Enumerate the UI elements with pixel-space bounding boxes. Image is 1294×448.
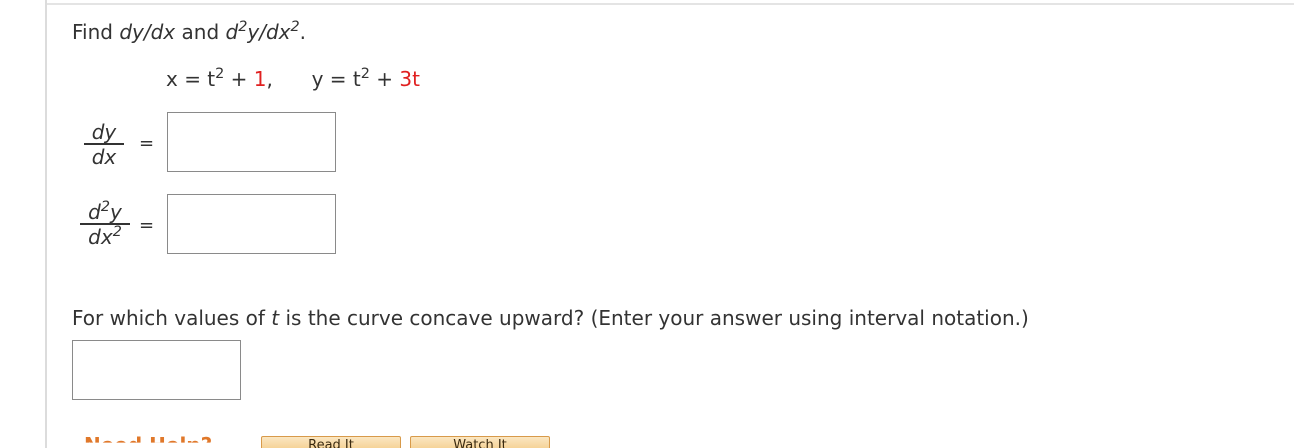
read-it-button[interactable]: Read It bbox=[261, 436, 401, 448]
prompt-d2-exp: 2 bbox=[238, 19, 248, 36]
need-help-label: Need Help? bbox=[84, 433, 213, 448]
dx2-dx: dx bbox=[88, 225, 113, 249]
x-plus: + bbox=[224, 67, 254, 91]
y-lhs: y = t bbox=[311, 67, 361, 91]
d2y-d: d bbox=[88, 200, 101, 224]
question-pre: For which values of bbox=[72, 306, 272, 330]
d2ydx2-fraction: d2y dx2 bbox=[80, 199, 130, 249]
question-variable: t bbox=[271, 306, 280, 330]
dydx-equals: = bbox=[139, 133, 155, 154]
x-lhs: x = t bbox=[166, 67, 216, 91]
x-comma: , bbox=[266, 67, 273, 91]
x-exp: 2 bbox=[215, 66, 225, 83]
d2y-exp: 2 bbox=[100, 199, 110, 216]
y-exp: 2 bbox=[360, 66, 370, 83]
d2ydx2-denominator: dx2 bbox=[88, 225, 122, 249]
prompt-dydx: dy/dx bbox=[119, 20, 176, 44]
question-post: is the curve concave upward? (Enter your… bbox=[279, 306, 1029, 330]
d2ydx2-numerator: d2y bbox=[88, 199, 122, 224]
prompt-and: and bbox=[181, 20, 220, 44]
prompt-dx2-exp: 2 bbox=[290, 19, 300, 36]
dydx-denominator: dx bbox=[91, 145, 117, 169]
left-divider bbox=[45, 0, 47, 448]
prompt-find: Find bbox=[72, 20, 113, 44]
top-divider bbox=[47, 3, 1294, 5]
dydx-fraction: dy dx bbox=[84, 121, 124, 169]
x-equation: x = t2 + 1, bbox=[166, 67, 273, 91]
d2ydx2-equals: = bbox=[139, 215, 155, 236]
dydx-answer-input[interactable] bbox=[167, 112, 336, 172]
d2ydx2-answer-input[interactable] bbox=[167, 194, 336, 254]
x-constant: 1 bbox=[253, 67, 267, 91]
problem-prompt: Find dy/dx and d2y/dx2. bbox=[72, 20, 306, 44]
concavity-question: For which values of t is the curve conca… bbox=[72, 306, 1029, 330]
y-equation: y = t2 + 3t bbox=[312, 67, 420, 91]
prompt-period: . bbox=[299, 20, 306, 44]
watch-it-button[interactable]: Watch It bbox=[410, 436, 550, 448]
y-plus: + bbox=[369, 67, 400, 91]
prompt-d2-y: y/dx bbox=[247, 20, 291, 44]
interval-answer-input[interactable] bbox=[72, 340, 241, 400]
dx2-exp: 2 bbox=[112, 224, 122, 241]
y-term: 3t bbox=[399, 67, 420, 91]
prompt-d2-d: d bbox=[225, 20, 239, 44]
parametric-equations: x = t2 + 1, y = t2 + 3t bbox=[166, 67, 420, 91]
dydx-numerator: dy bbox=[91, 120, 117, 144]
question-page: Find dy/dx and d2y/dx2. x = t2 + 1, y = … bbox=[0, 0, 1294, 448]
d2y-y: y bbox=[110, 200, 122, 224]
